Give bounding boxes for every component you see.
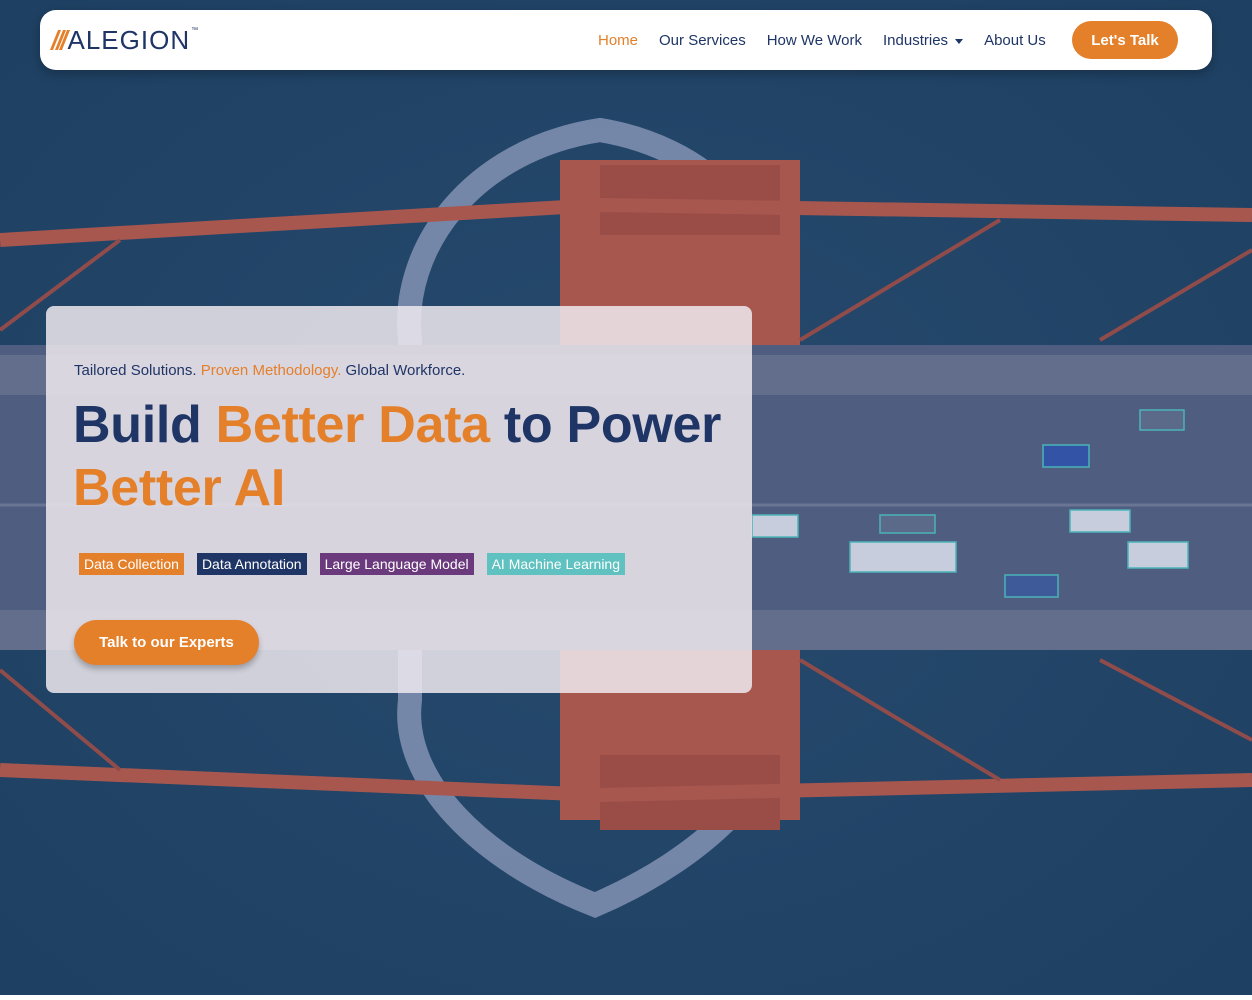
tag-data-collection: Data Collection xyxy=(79,553,184,575)
tag-large-language-model: Large Language Model xyxy=(319,553,474,575)
nav-industries-label: Industries xyxy=(883,31,949,49)
nav-about-us[interactable]: About Us xyxy=(984,32,1046,49)
caret-down-icon xyxy=(955,38,964,44)
service-tags: Data Collection Data Annotation Large La… xyxy=(79,553,626,575)
vehicle-box xyxy=(1127,541,1189,569)
tag-data-annotation: Data Annotation xyxy=(196,553,307,575)
tagline-part-1: Tailored Solutions. xyxy=(74,362,201,379)
nav-industries[interactable]: Industries xyxy=(883,31,964,49)
tagline-part-3: Global Workforce. xyxy=(341,362,466,379)
vehicle-box xyxy=(879,514,936,534)
main-nav: Home Our Services How We Work Industries… xyxy=(598,10,1067,70)
headline-part-2: Better Data xyxy=(215,396,490,454)
nav-how-we-work[interactable]: How We Work xyxy=(767,32,862,49)
vehicle-box xyxy=(1139,409,1185,431)
hero-headline: Build Better Data to Power Better AI xyxy=(73,394,733,520)
vehicle-box xyxy=(1042,444,1090,468)
vehicle-box xyxy=(1004,574,1059,598)
logo-trademark: ™ xyxy=(191,27,199,34)
vehicle-box xyxy=(849,541,957,573)
vehicle-box xyxy=(1069,509,1131,533)
vehicle-box xyxy=(751,514,799,538)
logo-text: ALEGION xyxy=(67,25,191,55)
hero-section: ALEGION ™ Home Our Services How We Work … xyxy=(0,0,1252,995)
headline-part-4: Better AI xyxy=(73,459,286,517)
talk-to-experts-button[interactable]: Talk to our Experts xyxy=(74,620,259,665)
nav-home[interactable]: Home xyxy=(598,32,638,49)
headline-part-1: Build xyxy=(73,396,216,454)
hero-card: Tailored Solutions. Proven Methodology. … xyxy=(46,306,752,693)
hero-tagline: Tailored Solutions. Proven Methodology. … xyxy=(74,362,465,379)
logo-slashes-icon xyxy=(49,30,70,50)
navbar: ALEGION ™ Home Our Services How We Work … xyxy=(40,10,1212,70)
headline-part-3: to Power xyxy=(489,396,722,454)
lets-talk-button[interactable]: Let's Talk xyxy=(1072,21,1178,59)
alegion-logo[interactable]: ALEGION ™ xyxy=(49,25,199,55)
nav-our-services[interactable]: Our Services xyxy=(659,32,746,49)
tag-ai-machine-learning: AI Machine Learning xyxy=(486,553,626,575)
tagline-part-2: Proven Methodology. xyxy=(200,362,342,379)
